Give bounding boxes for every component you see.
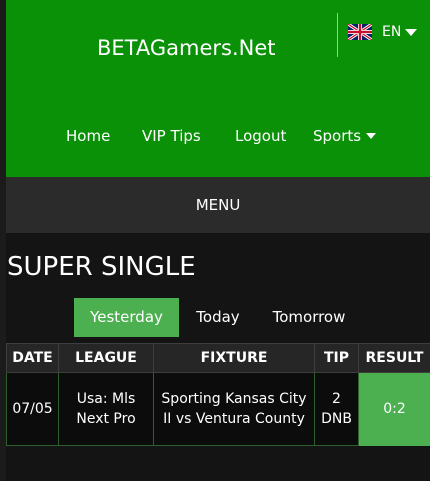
- table-row: 07/05 Usa: Mls Next Pro Sporting Kansas …: [6, 372, 430, 446]
- site-brand[interactable]: BETAGamers.Net: [97, 36, 276, 60]
- tab-yesterday[interactable]: Yesterday: [74, 298, 179, 337]
- tab-today[interactable]: Today: [182, 298, 254, 337]
- column-header-result: RESULT: [358, 343, 430, 373]
- column-header-date: DATE: [6, 343, 59, 373]
- nav-sports[interactable]: Sports: [313, 127, 377, 145]
- menu-bar[interactable]: MENU: [6, 177, 430, 233]
- cell-fixture: Sporting Kansas City II vs Ventura Count…: [153, 372, 315, 446]
- table-header-row: DATE LEAGUE FIXTURE TIP RESULT: [6, 343, 430, 373]
- nav-logout[interactable]: Logout: [235, 127, 286, 145]
- menu-label: MENU: [195, 196, 241, 214]
- uk-flag-icon: [348, 24, 372, 40]
- site-header: BETAGamers.Net EN Home VIP Tips Logout S…: [6, 0, 430, 177]
- chevron-down-icon: [366, 133, 377, 139]
- tab-tomorrow[interactable]: Tomorrow: [260, 298, 358, 337]
- language-divider: [337, 13, 338, 57]
- nav-home[interactable]: Home: [66, 127, 110, 145]
- language-selector[interactable]: EN: [348, 24, 418, 40]
- language-code: EN: [382, 24, 402, 40]
- main-nav: Home VIP Tips Logout Sports: [6, 127, 430, 147]
- column-header-fixture: FIXTURE: [153, 343, 315, 373]
- cell-league: Usa: Mls Next Pro: [58, 372, 154, 446]
- chevron-down-icon: [405, 28, 418, 36]
- cell-date: 07/05: [6, 372, 59, 446]
- column-header-tip: TIP: [314, 343, 359, 373]
- cell-tip: 2 DNB: [314, 372, 359, 446]
- page-title: SUPER SINGLE: [7, 252, 196, 282]
- nav-vip-tips[interactable]: VIP Tips: [142, 127, 201, 145]
- cell-result: 0:2: [358, 372, 430, 446]
- tips-table: DATE LEAGUE FIXTURE TIP RESULT 07/05 Usa…: [6, 343, 430, 446]
- column-header-league: LEAGUE: [58, 343, 154, 373]
- nav-sports-label: Sports: [313, 127, 362, 145]
